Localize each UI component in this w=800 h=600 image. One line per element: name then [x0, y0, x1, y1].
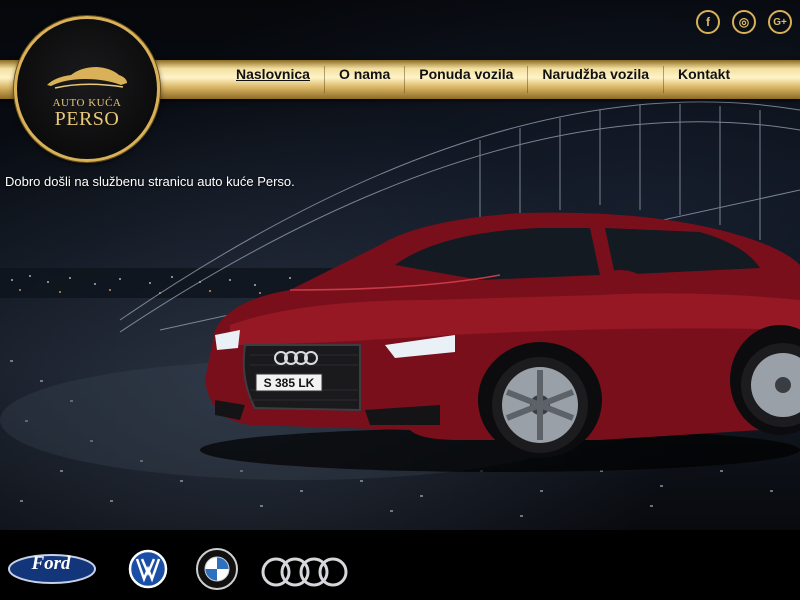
main-nav: Naslovnica O nama Ponuda vozila Narudžba…	[222, 60, 744, 99]
site-logo[interactable]: AUTO KUĆA PERSO	[14, 16, 160, 162]
bmw-roundel-icon	[196, 548, 238, 590]
nav-item-label: Narudžba vozila	[542, 66, 650, 82]
ford-logo[interactable]: Ford	[7, 553, 97, 585]
audi-logo[interactable]	[260, 556, 350, 593]
front-wheel	[492, 357, 588, 453]
volkswagen-logo[interactable]	[128, 549, 168, 594]
svg-text:S 385 LK: S 385 LK	[264, 376, 315, 390]
social-links: f ◎ G+	[696, 10, 792, 34]
nav-item-o-nama[interactable]: O nama	[323, 66, 404, 93]
logo-text-line2: PERSO	[54, 108, 120, 130]
google-plus-icon[interactable]: G+	[768, 10, 792, 34]
instagram-icon[interactable]: ◎	[732, 10, 756, 34]
nav-item-kontakt[interactable]: Kontakt	[663, 66, 744, 93]
nav-item-narudzba-vozila[interactable]: Narudžba vozila	[527, 66, 663, 93]
audi-rings-icon	[261, 557, 348, 587]
nav-item-ponuda-vozila[interactable]: Ponuda vozila	[404, 66, 527, 93]
nav-item-label: Naslovnica	[236, 66, 310, 82]
welcome-text: Dobro došli na službenu stranicu auto ku…	[5, 174, 295, 189]
vw-icon	[128, 549, 168, 589]
nav-item-label: Ponuda vozila	[419, 66, 514, 82]
nav-item-naslovnica[interactable]: Naslovnica	[222, 66, 324, 93]
bmw-logo[interactable]	[195, 547, 239, 596]
nav-item-label: Kontakt	[678, 66, 731, 82]
car-silhouette-icon	[47, 67, 127, 89]
facebook-icon[interactable]: f	[696, 10, 720, 34]
nav-item-label: O nama	[338, 66, 391, 82]
brand-logos-strip: Ford	[0, 530, 800, 600]
ford-wordmark: Ford	[31, 553, 71, 574]
